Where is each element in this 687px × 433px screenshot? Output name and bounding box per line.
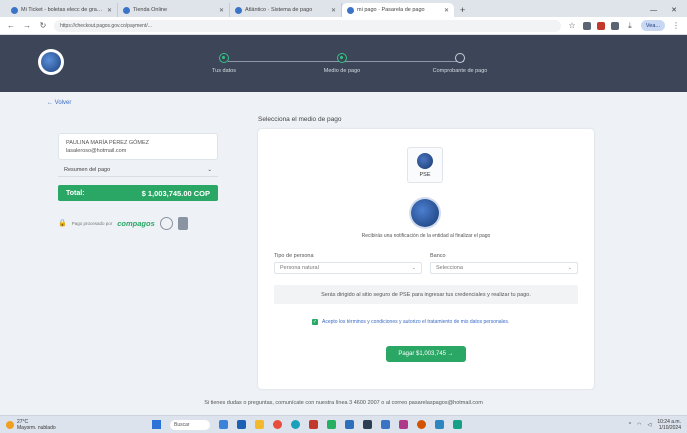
trust-badges: 🔒 Pago procesado por compagos [58, 212, 218, 234]
favicon-icon [11, 6, 18, 14]
browser-tab-3[interactable]: Atlántico · Sistema de pago ✕ [230, 3, 342, 17]
app-icon[interactable] [327, 420, 336, 429]
payer-info-card: PAULINA MARÍA PÉREZ GÓMEZ lasaleroso@hot… [58, 133, 218, 160]
weather-widget[interactable]: 27°C Mayorm. nublado [6, 419, 126, 431]
person-type-label: Tipo de persona [274, 253, 314, 259]
step-tus-datos: Tus datos [179, 53, 269, 74]
favicon-icon [347, 6, 354, 14]
payer-name: PAULINA MARÍA PÉREZ GÓMEZ [66, 140, 150, 146]
terms-row: ✓ Acepto los términos y condiciones y au… [312, 319, 572, 325]
step-comprobante: Comprobante de pago [415, 53, 505, 74]
person-type-select[interactable]: Persona natural ⌄ [274, 262, 422, 274]
back-link[interactable]: ← Volver [47, 100, 71, 106]
chrome-icon[interactable] [273, 420, 282, 429]
close-tab-icon[interactable]: ✕ [444, 7, 449, 14]
store-icon[interactable] [381, 420, 390, 429]
step-done-icon [219, 53, 229, 63]
weather-icon [6, 420, 14, 429]
favicon-icon [123, 6, 130, 14]
payment-method-card: PSE Recibirás una notificación de la ent… [258, 129, 594, 389]
extension-icon[interactable] [596, 21, 605, 30]
url-bar[interactable]: https://checkout.pagos.gov.co/payment/..… [54, 19, 561, 32]
window-controls: — ✕ [650, 3, 687, 17]
brand-logo [38, 49, 64, 75]
step-pending-icon [455, 53, 465, 63]
payment-summary-toggle[interactable]: Resumen del pago ⌄ [58, 164, 218, 177]
app-icon[interactable] [417, 420, 426, 429]
menu-icon[interactable]: ⋮ [671, 21, 681, 30]
back-arrow-icon[interactable]: ← [6, 21, 16, 30]
reload-icon[interactable]: ↻ [38, 21, 48, 30]
close-window-icon[interactable]: ✕ [671, 6, 677, 14]
compagos-logo: compagos [117, 218, 155, 228]
chevron-down-icon: ⌄ [411, 265, 416, 271]
redirect-note: Recibirás una notificación de la entidad… [361, 233, 491, 239]
close-tab-icon[interactable]: ✕ [107, 7, 112, 14]
chevron-down-icon: ⌄ [207, 167, 212, 173]
section-title: Selecciona el medio de pago [258, 116, 342, 123]
close-tab-icon[interactable]: ✕ [219, 7, 224, 14]
windows-start-icon[interactable] [152, 420, 161, 429]
favicon-icon [235, 6, 242, 14]
app-header: Tus datos Medio de pago Comprobante de p… [0, 35, 687, 92]
new-tab-icon[interactable]: + [454, 3, 471, 17]
total-bar: Total: $ 1,003,745.00 COP [58, 185, 218, 201]
word-icon[interactable] [345, 420, 354, 429]
browser-tab-2[interactable]: Tienda Online ✕ [118, 3, 230, 17]
browser-tab-active[interactable]: mi pago · Pasarela de pago ✕ [342, 3, 454, 17]
total-value: $ 1,003,745.00 COP [141, 188, 210, 198]
terms-checkbox[interactable]: ✓ [312, 319, 318, 325]
star-icon[interactable]: ☆ [567, 21, 577, 30]
step-medio-de-pago: Medio de pago [297, 53, 387, 74]
security-seal-icon [159, 216, 173, 230]
extension-icon[interactable] [610, 21, 619, 30]
taskbar-search[interactable]: Buscar [170, 419, 210, 430]
app-icon[interactable] [435, 420, 444, 429]
system-tray: ^ ◠ ◁ 10:24 a.m. 1/10/2024 [629, 419, 681, 431]
widgets-icon[interactable] [219, 420, 228, 429]
step-done-icon [337, 53, 347, 63]
forward-arrow-icon[interactable]: → [22, 21, 32, 30]
terms-link[interactable]: Acepto los términos y condiciones y auto… [322, 319, 509, 325]
app-icon[interactable] [363, 420, 372, 429]
chevron-down-icon: ⌄ [567, 265, 572, 271]
pay-button[interactable]: Pagar $1,003,745 → [386, 346, 466, 362]
logo-icon [41, 52, 61, 72]
pse-logo-icon [417, 152, 433, 169]
processed-by-text: Pago procesado por [71, 220, 113, 226]
download-icon[interactable]: ⤓ [625, 21, 635, 31]
app-icon[interactable] [453, 420, 462, 429]
wifi-icon[interactable]: ◠ [637, 422, 641, 428]
volume-icon[interactable]: ◁ [648, 422, 652, 428]
edge-icon[interactable] [291, 420, 300, 429]
profile-button[interactable]: Vea... [640, 20, 665, 31]
pse-method-tile[interactable]: PSE [407, 147, 443, 183]
padlock-icon [177, 216, 188, 230]
bank-label: Banco [430, 253, 446, 259]
os-taskbar: 27°C Mayorm. nublado Buscar ^ ◠ ◁ 10:24 … [0, 415, 687, 433]
close-tab-icon[interactable]: ✕ [331, 7, 336, 14]
total-label: Total: [66, 189, 85, 197]
file-explorer-icon[interactable] [255, 420, 264, 429]
extension-icon[interactable] [582, 21, 591, 30]
taskbar-apps: Buscar [152, 419, 462, 430]
minimize-icon[interactable]: — [650, 7, 657, 14]
browser-tab-bar: Mi Ticket - boletas elecc de grandes ✕ Ti… [0, 0, 687, 17]
app-icon[interactable] [399, 420, 408, 429]
pse-info-box: Serás dirigido al sitio seguro de PSE pa… [274, 285, 578, 304]
payer-email: lasaleroso@hotmail.com [66, 148, 127, 154]
app-icon[interactable] [309, 420, 318, 429]
browser-tab-1[interactable]: Mi Ticket - boletas elecc de grandes ✕ [6, 3, 118, 17]
bank-select[interactable]: Selecciona ⌄ [430, 262, 578, 274]
chevron-up-icon[interactable]: ^ [629, 422, 631, 428]
clock[interactable]: 10:24 a.m. 1/10/2024 [657, 419, 681, 431]
browser-toolbar: ← → ↻ https://checkout.pagos.gov.co/paym… [0, 17, 687, 35]
task-view-icon[interactable] [237, 420, 246, 429]
lock-icon: 🔒 [58, 220, 67, 227]
pse-large-logo-icon [411, 199, 439, 227]
footer-contact-text: Si tienes dudas o preguntas, comunícate … [204, 400, 483, 406]
